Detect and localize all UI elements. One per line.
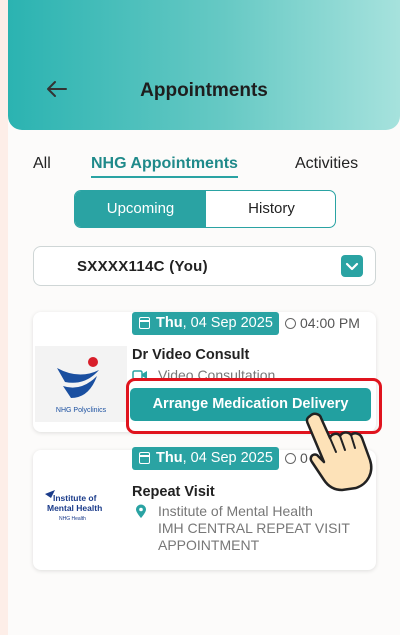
logo-text: NHG Polyclinics [56, 407, 107, 414]
calendar-icon [139, 317, 150, 329]
date-day: Thu [156, 315, 183, 331]
segment-control: Upcoming History [74, 190, 336, 228]
chevron-down-icon [341, 255, 363, 277]
tab-all[interactable]: All [33, 155, 51, 173]
time-text: 04:00 PM [300, 315, 360, 331]
appointment-title: Repeat Visit [132, 484, 215, 500]
clock-icon [285, 453, 296, 464]
logo-line-2: Mental Health [47, 503, 102, 513]
appointment-title: Dr Video Consult [132, 347, 250, 363]
location-pin-icon [136, 504, 146, 518]
tab-bar: All NHG Appointments Activities [0, 155, 400, 179]
appointment-location: Institute of Mental Health [158, 503, 313, 519]
tab-nhg-appointments[interactable]: NHG Appointments [91, 155, 238, 178]
clock-icon [285, 318, 296, 329]
patient-select[interactable]: SXXXX114C (You) [33, 246, 376, 286]
nhg-polyclinics-logo: NHG Polyclinics [35, 346, 127, 422]
calendar-icon [139, 452, 150, 464]
background-strip [0, 0, 8, 635]
patient-select-value: SXXXX114C (You) [77, 258, 208, 275]
date-day: Thu [156, 450, 183, 466]
date-text: , 04 Sep 2025 [182, 450, 273, 466]
page-title: Appointments [140, 80, 268, 101]
date-text: , 04 Sep 2025 [182, 315, 273, 331]
imh-logo: Institute of Mental Health NHG Health [35, 464, 127, 540]
logo-line-3: NHG Health [59, 516, 86, 522]
time-label: 04:00 PM [285, 315, 360, 331]
date-badge: Thu, 04 Sep 2025 [132, 312, 279, 335]
tab-activities[interactable]: Activities [295, 155, 358, 173]
appointments-screen: Appointments All NHG Appointments Activi… [0, 0, 400, 635]
logo-line-1: Institute of [53, 493, 97, 503]
app-header: Appointments [8, 0, 400, 130]
appointment-detail-line-1: IMH CENTRAL REPEAT VISIT [158, 520, 350, 536]
pointing-hand-icon [305, 412, 373, 492]
segment-upcoming[interactable]: Upcoming [75, 191, 206, 227]
date-badge: Thu, 04 Sep 2025 [132, 447, 279, 470]
appointment-detail-line-2: APPOINTMENT [158, 537, 260, 553]
segment-history[interactable]: History [206, 191, 335, 227]
